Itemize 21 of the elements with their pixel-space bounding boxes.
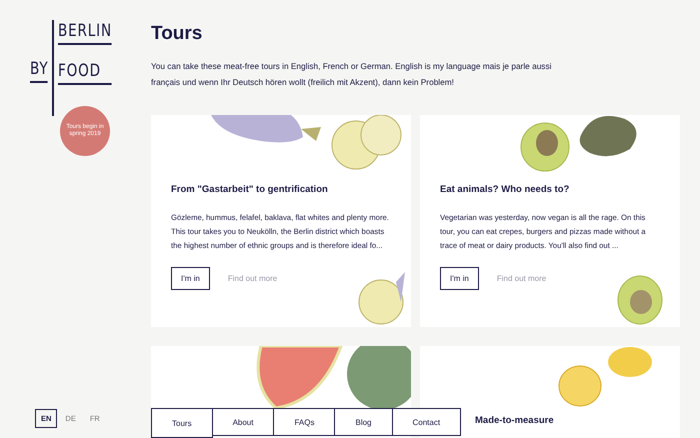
intro-text: You can take these meat-free tours in English, French or German. English is my language mais je parle aussi français und wenn Ihr Deutsch hören wollt (freilich mit Akzent), dann kein Problem! bbox=[151, 60, 552, 89]
page-title: Tours bbox=[151, 22, 204, 46]
nav-tab[interactable]: About bbox=[212, 408, 274, 436]
nav-tab[interactable]: Blog bbox=[335, 408, 392, 436]
nav-tab[interactable]: Tours bbox=[151, 408, 213, 438]
logo-text: BY bbox=[30, 60, 48, 82]
tour-title: From "Gastarbeit" to gentrification bbox=[171, 183, 329, 197]
book-button[interactable]: I'm in bbox=[171, 267, 210, 290]
book-button[interactable]: I'm in bbox=[440, 267, 479, 290]
watermelon-drawing bbox=[347, 346, 411, 410]
avocado-half-drawing bbox=[520, 122, 570, 172]
tour-title: Made-to-measure bbox=[475, 414, 555, 428]
eggplant-slice-drawing bbox=[332, 115, 402, 170]
avocado-drawing bbox=[580, 116, 636, 156]
nav-tab[interactable]: FAQs bbox=[274, 408, 336, 436]
tour-title: Eat animals? Who needs to? bbox=[440, 183, 570, 197]
logo-text: FOOD bbox=[58, 62, 112, 85]
avocado-half-drawing bbox=[618, 276, 662, 324]
eggplant-slice-drawing bbox=[358, 272, 405, 324]
nav-tab[interactable]: Contact bbox=[392, 408, 462, 436]
logo-text: BERLIN bbox=[58, 22, 112, 45]
